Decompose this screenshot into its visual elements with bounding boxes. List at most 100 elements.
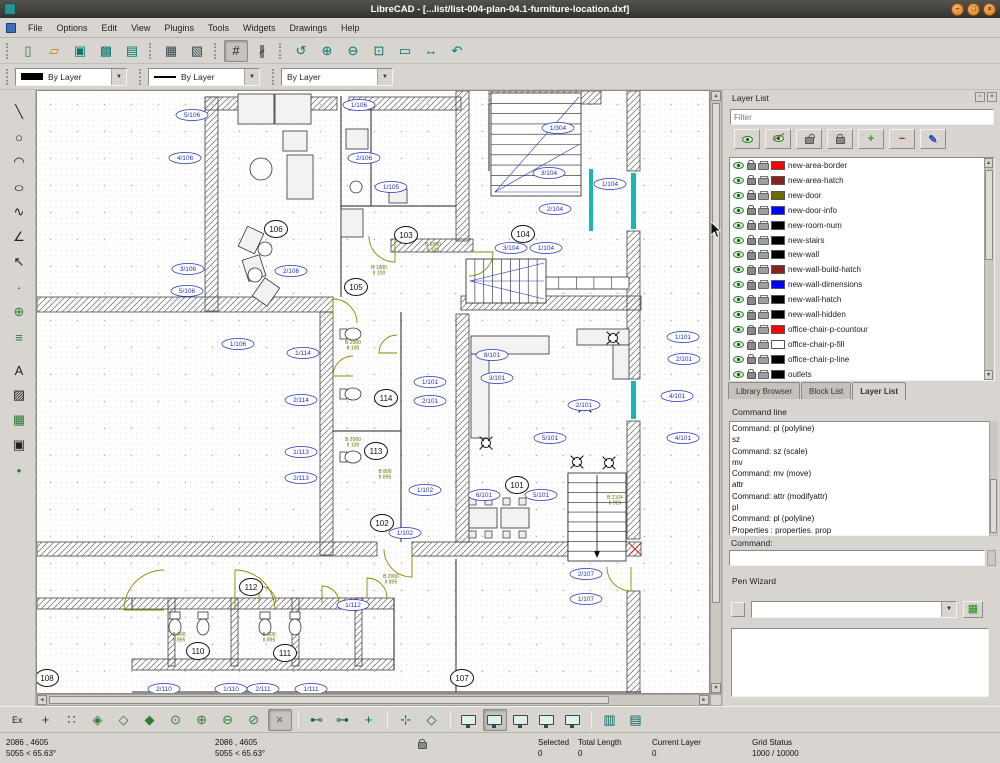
- crosshair-icon[interactable]: +: [34, 709, 58, 731]
- parallel-lines-icon[interactable]: ≡: [6, 325, 32, 349]
- lock-all-layers-button[interactable]: [827, 129, 853, 149]
- layer-lock-icon[interactable]: [747, 175, 755, 185]
- layer-visibility-icon[interactable]: [733, 356, 744, 363]
- layer-lock-icon[interactable]: [747, 295, 755, 305]
- layer-print-icon[interactable]: [758, 176, 768, 185]
- layer-row[interactable]: new-area-hatch: [730, 173, 994, 188]
- layer-visibility-icon[interactable]: [733, 237, 744, 244]
- layer-lock-icon[interactable]: [747, 310, 755, 320]
- zoom-in-icon[interactable]: ⊕: [315, 40, 339, 62]
- layer-lock-icon[interactable]: [747, 325, 755, 335]
- menu-widgets[interactable]: Widgets: [236, 21, 283, 35]
- scroll-thumb[interactable]: [712, 103, 720, 603]
- pen-wizard-combo[interactable]: ▼: [751, 601, 957, 618]
- layer-lock-icon[interactable]: [747, 220, 755, 230]
- menu-options[interactable]: Options: [50, 21, 95, 35]
- snap-distance-icon[interactable]: ⊘: [242, 709, 266, 731]
- text-tool-icon[interactable]: A: [6, 358, 32, 382]
- menu-view[interactable]: View: [124, 21, 157, 35]
- point-mark-icon[interactable]: •: [6, 458, 32, 482]
- menu-plugins[interactable]: Plugins: [157, 21, 201, 35]
- layer-row[interactable]: new-wall-build-hatch: [730, 262, 994, 277]
- layer-filter-input[interactable]: [730, 109, 994, 125]
- add-workspace-icon[interactable]: ▤: [624, 709, 648, 731]
- layer-print-icon[interactable]: [758, 206, 768, 215]
- pen-linetype-combo[interactable]: By Layer ▼: [281, 68, 393, 86]
- maximize-button[interactable]: □: [967, 3, 980, 16]
- scroll-right-icon[interactable]: ►: [699, 695, 709, 705]
- layer-print-icon[interactable]: [758, 295, 768, 304]
- layer-row[interactable]: new-door: [730, 188, 994, 203]
- tab-block-list[interactable]: Block List: [801, 382, 851, 399]
- menu-drawings[interactable]: Drawings: [282, 21, 334, 35]
- menu-help[interactable]: Help: [334, 21, 367, 35]
- layer-row[interactable]: office-chair-p-line: [730, 352, 994, 367]
- print-icon[interactable]: ▦: [159, 40, 183, 62]
- snap-intersection-icon[interactable]: ×: [268, 709, 292, 731]
- zoom-redraw-icon[interactable]: ↺: [289, 40, 313, 62]
- layer-lock-icon[interactable]: [747, 340, 755, 350]
- pen-wizard-grid-icon[interactable]: ▦: [963, 601, 983, 618]
- layer-lock-icon[interactable]: [747, 280, 755, 290]
- freeze-all-layers-button[interactable]: [765, 129, 791, 149]
- scroll-left-icon[interactable]: ◄: [37, 695, 47, 705]
- command-input[interactable]: [729, 550, 985, 566]
- layer-row[interactable]: outlets: [730, 367, 994, 381]
- view-4-icon[interactable]: [535, 709, 559, 731]
- line-tool-icon[interactable]: ╲: [6, 100, 32, 124]
- layer-row[interactable]: office-chair-p-fill: [730, 337, 994, 352]
- snap-free-icon[interactable]: ◈: [86, 709, 110, 731]
- scroll-down-icon[interactable]: ▼: [984, 370, 993, 380]
- layer-print-icon[interactable]: [758, 280, 768, 289]
- isometric-grid-icon[interactable]: ∦: [250, 40, 274, 62]
- chevron-down-icon[interactable]: ▼: [111, 69, 126, 85]
- layer-row[interactable]: new-area-border: [730, 158, 994, 173]
- layer-visibility-icon[interactable]: [733, 192, 744, 199]
- layer-visibility-icon[interactable]: [733, 326, 744, 333]
- tab-library-browser[interactable]: Library Browser: [728, 382, 800, 399]
- hatch-tool-icon[interactable]: ▨: [6, 383, 32, 407]
- ellipse-tool-icon[interactable]: ○: [6, 175, 32, 199]
- zoom-auto-icon[interactable]: ⊡: [367, 40, 391, 62]
- layer-lock-icon[interactable]: [747, 250, 755, 260]
- canvas-horizontal-scrollbar[interactable]: ◄ ►: [36, 694, 710, 706]
- menu-edit[interactable]: Edit: [95, 21, 125, 35]
- save-as-icon[interactable]: ▩: [94, 40, 118, 62]
- spline-tool-icon[interactable]: ∿: [6, 200, 32, 224]
- layer-visibility-icon[interactable]: [733, 162, 744, 169]
- edit-layer-button[interactable]: ✎: [920, 129, 946, 149]
- layer-lock-icon[interactable]: [747, 235, 755, 245]
- lock-relative-zero-icon[interactable]: ◇: [420, 709, 444, 731]
- layer-row[interactable]: new-wall-dimensions: [730, 277, 994, 292]
- layer-row[interactable]: new-room-num: [730, 218, 994, 233]
- menu-tools[interactable]: Tools: [201, 21, 236, 35]
- snap-middle-icon[interactable]: ⊖: [216, 709, 240, 731]
- construction-line-icon[interactable]: ⊕: [6, 300, 32, 324]
- unlock-all-layers-button[interactable]: [796, 129, 822, 149]
- restrict-vertical-icon[interactable]: ⊶: [331, 709, 355, 731]
- drawing-canvas[interactable]: B 1900II 100B 2000II 100B 2000II 100B 20…: [36, 90, 710, 694]
- scroll-up-icon[interactable]: ▲: [984, 158, 993, 168]
- layer-row[interactable]: office-chair-p-countour: [730, 322, 994, 337]
- scroll-thumb[interactable]: [985, 170, 993, 260]
- command-input-scroll[interactable]: [987, 550, 996, 566]
- command-history[interactable]: Command: pl (polyline)szCommand: sz (sca…: [729, 421, 995, 536]
- new-file-icon[interactable]: ▯: [16, 40, 40, 62]
- canvas-vertical-scrollbar[interactable]: ▲ ▼: [710, 90, 722, 694]
- view-1-icon[interactable]: [457, 709, 481, 731]
- pen-wizard-toggle[interactable]: [731, 602, 745, 617]
- layer-print-icon[interactable]: [758, 310, 768, 319]
- layer-print-icon[interactable]: [758, 161, 768, 170]
- minimize-button[interactable]: –: [951, 3, 964, 16]
- layer-lock-icon[interactable]: [747, 369, 755, 379]
- restrict-horizontal-icon[interactable]: ⊷: [305, 709, 329, 731]
- grid-points-icon[interactable]: ∷: [60, 709, 84, 731]
- grid-icon[interactable]: #: [224, 40, 248, 62]
- layer-visibility-icon[interactable]: [733, 371, 744, 378]
- polyline-tool-icon[interactable]: ∠: [6, 225, 32, 249]
- menu-file[interactable]: File: [21, 21, 50, 35]
- zoom-previous-icon[interactable]: ↶: [445, 40, 469, 62]
- title-bar[interactable]: LibreCAD - [...list/list-004-plan-04.1-f…: [0, 0, 1000, 18]
- select-tool-icon[interactable]: ↖: [6, 250, 32, 274]
- export-icon[interactable]: ▤: [120, 40, 144, 62]
